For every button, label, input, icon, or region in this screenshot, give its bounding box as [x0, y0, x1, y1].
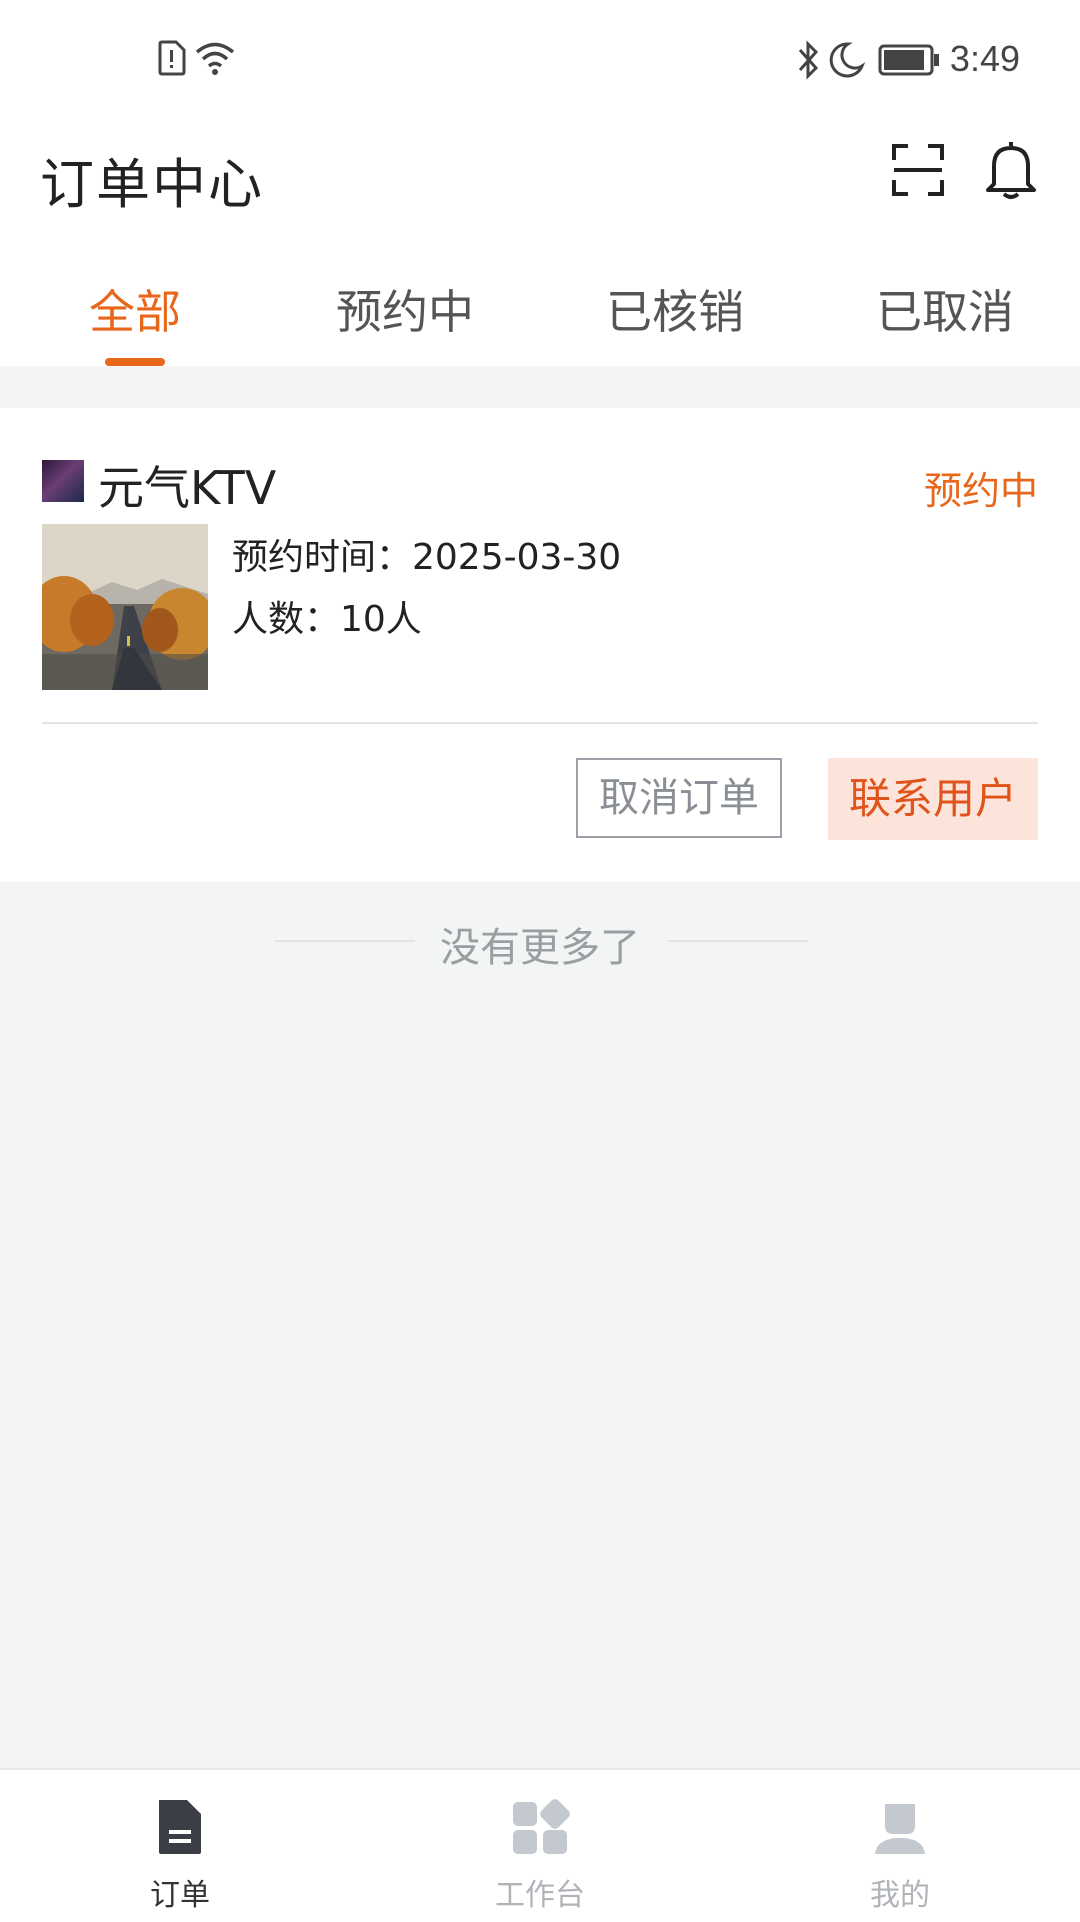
nav-label: 订单: [150, 1878, 210, 1913]
divider: [668, 940, 808, 942]
reservation-time: 预约时间：2025-03-30: [232, 537, 622, 578]
status-bar: 3:49: [0, 0, 1080, 120]
sim-alert-icon: [158, 40, 186, 76]
store-logo: [42, 460, 84, 502]
tab-verified[interactable]: 已核销: [540, 240, 810, 366]
bell-icon[interactable]: [982, 138, 1040, 200]
do-not-disturb-icon: [829, 42, 866, 78]
battery-icon: [878, 44, 939, 76]
cancel-order-button[interactable]: 取消订单: [576, 758, 782, 838]
header: 订单中心: [0, 120, 1080, 240]
nav-item-profile[interactable]: 我的: [720, 1770, 1080, 1922]
tab-label: 预约中: [336, 285, 474, 339]
divider: [42, 722, 1038, 724]
nav-item-workbench[interactable]: 工作台: [360, 1770, 720, 1922]
page-title: 订单中心: [40, 153, 264, 216]
nav-item-orders[interactable]: 订单: [0, 1770, 360, 1922]
tab-label: 已取消: [876, 285, 1014, 339]
bottom-nav: 订单 工作台 我的: [0, 1768, 1080, 1922]
wifi-icon: [195, 42, 235, 75]
tab-all[interactable]: 全部: [0, 240, 270, 366]
profile-icon: [875, 1804, 925, 1854]
order-tabs: 全部 预约中 已核销 已取消: [0, 240, 1080, 366]
tab-label: 已核销: [606, 285, 744, 339]
order-status-badge: 预约中: [923, 469, 1038, 513]
contact-user-button[interactable]: 联系用户: [828, 758, 1038, 840]
tab-label: 全部: [89, 285, 181, 339]
list-end-text: 没有更多了: [440, 925, 640, 971]
tab-cancelled[interactable]: 已取消: [810, 240, 1080, 366]
bluetooth-icon: [798, 40, 819, 80]
order-card[interactable]: 元气KTV 预约中 预约时间：2025-03-30 人数：10人 取消订单 联系…: [0, 408, 1080, 882]
active-tab-indicator: [105, 358, 165, 366]
store-name: 元气KTV: [98, 461, 277, 515]
status-time: 3:49: [949, 38, 1020, 79]
workbench-icon: [513, 1799, 570, 1854]
people-count: 人数：10人: [232, 599, 422, 640]
scan-icon[interactable]: [890, 142, 946, 198]
nav-label: 工作台: [495, 1878, 585, 1913]
document-icon: [159, 1800, 201, 1854]
nav-label: 我的: [870, 1878, 930, 1913]
order-image: [42, 524, 208, 690]
tab-reserving[interactable]: 预约中: [270, 240, 540, 366]
